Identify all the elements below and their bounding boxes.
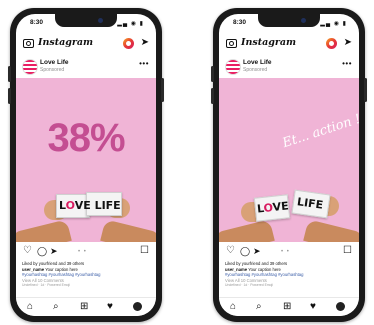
status-time: 8:30 <box>233 19 247 26</box>
bottom-nav: ⌂ ⌕ ⊞ ♥ <box>16 297 156 316</box>
igtv-icon[interactable] <box>123 38 134 49</box>
post-caption: Liked by yourfriend and 39 others user_n… <box>22 261 150 289</box>
activity-heart-icon[interactable]: ♥ <box>107 301 113 312</box>
volume-up-button <box>211 66 214 82</box>
direct-message-icon[interactable]: ➤ <box>141 38 149 48</box>
add-post-icon[interactable]: ⊞ <box>80 301 88 312</box>
caption-user[interactable]: user_name <box>22 267 44 272</box>
phone-mockup-left: 8:30 ▂▄ ◉ ▮ Instagram ➤ Love Life Sponso… <box>8 8 164 322</box>
activity-heart-icon[interactable]: ♥ <box>310 301 316 312</box>
status-bar: 8:30 ▂▄ ◉ ▮ <box>26 19 146 29</box>
send-icon[interactable]: ➤ <box>50 245 58 257</box>
account-name[interactable]: Love Life <box>243 59 272 66</box>
home-icon[interactable]: ⌂ <box>27 301 33 312</box>
bookmark-icon[interactable]: ☐ <box>140 245 149 257</box>
status-time: 8:30 <box>30 19 44 26</box>
status-bar: 8:30 ▂▄ ◉ ▮ <box>229 19 349 29</box>
percentage-text: 38% <box>47 116 125 160</box>
camera-icon[interactable] <box>23 39 34 48</box>
phone-mockup-right: 8:30 ▂▄ ◉ ▮ Instagram ➤ Love Life Sponso… <box>211 8 367 322</box>
camera-icon[interactable] <box>226 39 237 48</box>
more-options-icon[interactable]: ••• <box>139 59 149 68</box>
post-actions: ♡ ◯ ➤ • • ☐ <box>16 245 156 259</box>
action-script-text: Et... action ! <box>280 111 359 152</box>
direct-message-icon[interactable]: ➤ <box>344 38 352 48</box>
signal-wifi-battery-icon: ▂▄ ◉ ▮ <box>117 21 144 27</box>
post-media[interactable]: 38% LOVE LIFE <box>16 78 156 242</box>
left-arm <box>219 219 275 242</box>
post-header: Love Life Sponsored ••• <box>219 56 359 78</box>
search-icon[interactable]: ⌕ <box>53 301 59 312</box>
volume-up-button <box>8 66 11 82</box>
send-icon[interactable]: ➤ <box>253 245 261 257</box>
comment-icon[interactable]: ◯ <box>240 245 250 257</box>
search-icon[interactable]: ⌕ <box>256 301 262 312</box>
right-arm <box>100 219 156 242</box>
bookmark-icon[interactable]: ☐ <box>343 245 352 257</box>
heart-icon[interactable]: ♡ <box>226 245 235 257</box>
post-meta: Undefined · 1d · Powered Emoji <box>225 283 274 288</box>
carousel-dots: • • <box>78 249 87 255</box>
profile-icon[interactable] <box>336 302 345 311</box>
add-post-icon[interactable]: ⊞ <box>283 301 291 312</box>
caption-text: Your caption here <box>247 266 281 272</box>
right-arm <box>303 219 359 242</box>
profile-icon[interactable] <box>133 302 142 311</box>
power-button <box>364 78 367 102</box>
post-actions: ♡ ◯ ➤ • • ☐ <box>219 245 359 259</box>
bottom-nav: ⌂ ⌕ ⊞ ♥ <box>219 297 359 316</box>
heart-icon[interactable]: ♡ <box>23 245 32 257</box>
comment-icon[interactable]: ◯ <box>37 245 47 257</box>
phone-screen: 8:30 ▂▄ ◉ ▮ Instagram ➤ Love Life Sponso… <box>16 14 156 316</box>
home-icon[interactable]: ⌂ <box>230 301 236 312</box>
caption-text: Your caption here <box>44 266 78 272</box>
igtv-icon[interactable] <box>326 38 337 49</box>
sponsored-label: Sponsored <box>40 67 65 73</box>
phone-screen: 8:30 ▂▄ ◉ ▮ Instagram ➤ Love Life Sponso… <box>219 14 359 316</box>
instagram-logo: Instagram <box>241 37 297 48</box>
more-options-icon[interactable]: ••• <box>342 59 352 68</box>
volume-down-button <box>8 88 11 104</box>
avatar[interactable] <box>22 59 38 75</box>
carousel-dots: • • <box>281 249 290 255</box>
post-caption: Liked by yourfriend and 39 others user_n… <box>225 261 353 289</box>
instagram-header: Instagram ➤ <box>16 34 156 54</box>
signal-wifi-battery-icon: ▂▄ ◉ ▮ <box>320 21 347 27</box>
post-meta: Undefined · 1d · Powered Emoji <box>22 283 71 288</box>
avatar[interactable] <box>225 59 241 75</box>
post-media[interactable]: Et... action ! LOVE LIFE <box>219 78 359 242</box>
sponsored-label: Sponsored <box>243 67 268 73</box>
instagram-header: Instagram ➤ <box>219 34 359 54</box>
volume-down-button <box>211 88 214 104</box>
left-arm <box>16 219 72 242</box>
love-life-label: LOVE LIFE <box>59 199 121 212</box>
power-button <box>161 78 164 102</box>
caption-user[interactable]: user_name <box>225 267 247 272</box>
instagram-logo: Instagram <box>38 37 94 48</box>
account-name[interactable]: Love Life <box>40 59 69 66</box>
post-header: Love Life Sponsored ••• <box>16 56 156 78</box>
